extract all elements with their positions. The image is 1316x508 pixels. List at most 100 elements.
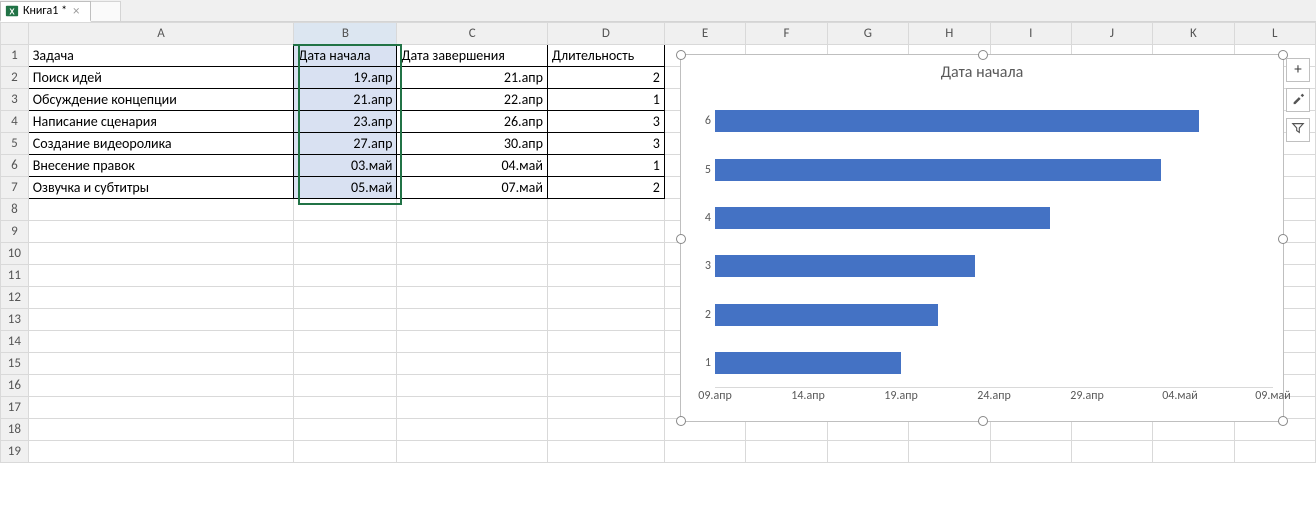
column-header-I[interactable]: I xyxy=(990,23,1071,45)
cell[interactable] xyxy=(397,265,547,287)
row-header-6[interactable]: 6 xyxy=(1,155,29,177)
cell[interactable] xyxy=(294,353,397,375)
row-header-2[interactable]: 2 xyxy=(1,67,29,89)
cell[interactable] xyxy=(397,331,547,353)
column-header-H[interactable]: H xyxy=(909,23,990,45)
cell[interactable] xyxy=(397,441,547,463)
cell[interactable]: Поиск идей xyxy=(28,67,294,89)
chart-bar[interactable] xyxy=(715,207,1050,229)
cell[interactable] xyxy=(28,441,294,463)
cell[interactable]: Озвучка и субтитры xyxy=(28,177,294,199)
chart-x-axis[interactable]: 09.апр14.апр19.апр24.апр29.апр04.май09.м… xyxy=(715,389,1273,409)
chart-handle-n[interactable] xyxy=(978,50,988,60)
cell[interactable]: 07.май xyxy=(397,177,547,199)
embedded-chart[interactable]: Дата начала 123456 09.апр14.апр19.апр24.… xyxy=(680,54,1284,422)
chart-bar[interactable] xyxy=(715,352,901,374)
cell[interactable]: 23.апр xyxy=(294,111,397,133)
cell[interactable] xyxy=(990,441,1071,463)
cell[interactable] xyxy=(28,243,294,265)
cell[interactable] xyxy=(28,419,294,441)
cell[interactable]: 03.май xyxy=(294,155,397,177)
cell[interactable]: 2 xyxy=(547,177,664,199)
cell[interactable] xyxy=(294,309,397,331)
select-all-corner[interactable] xyxy=(1,23,29,45)
chart-styles-button[interactable] xyxy=(1286,88,1310,112)
cell[interactable] xyxy=(28,287,294,309)
cell[interactable]: 3 xyxy=(547,133,664,155)
cell[interactable] xyxy=(397,353,547,375)
cell[interactable]: 27.апр xyxy=(294,133,397,155)
cell[interactable] xyxy=(547,287,664,309)
cell[interactable]: 04.май xyxy=(397,155,547,177)
workbook-tab[interactable]: X Книга1 * × xyxy=(0,1,91,22)
close-icon[interactable]: × xyxy=(71,5,81,18)
cell[interactable]: 1 xyxy=(547,155,664,177)
chart-handle-sw[interactable] xyxy=(676,416,686,426)
cell[interactable] xyxy=(294,375,397,397)
cell[interactable] xyxy=(547,353,664,375)
chart-handle-w[interactable] xyxy=(676,234,686,244)
cell[interactable] xyxy=(28,353,294,375)
cell[interactable]: 3 xyxy=(547,111,664,133)
cell[interactable]: 30.апр xyxy=(397,133,547,155)
chart-elements-button[interactable]: + xyxy=(1286,58,1310,82)
cell[interactable] xyxy=(664,441,745,463)
cell[interactable] xyxy=(397,375,547,397)
column-header-A[interactable]: A xyxy=(28,23,294,45)
chart-bar[interactable] xyxy=(715,255,975,277)
cell[interactable] xyxy=(547,309,664,331)
cell[interactable] xyxy=(294,397,397,419)
cell[interactable] xyxy=(909,441,990,463)
cell[interactable]: Внесение правок xyxy=(28,155,294,177)
column-header-B[interactable]: B xyxy=(294,23,397,45)
cell[interactable]: 1 xyxy=(547,89,664,111)
row-header-16[interactable]: 16 xyxy=(1,375,29,397)
column-header-D[interactable]: D xyxy=(547,23,664,45)
cell[interactable] xyxy=(547,243,664,265)
chart-handle-e[interactable] xyxy=(1278,234,1288,244)
cell[interactable]: Дата завершения xyxy=(397,45,547,67)
cell[interactable] xyxy=(294,265,397,287)
cell[interactable]: 22.апр xyxy=(397,89,547,111)
row-header-12[interactable]: 12 xyxy=(1,287,29,309)
cell[interactable] xyxy=(547,441,664,463)
cell[interactable] xyxy=(294,419,397,441)
column-header-K[interactable]: K xyxy=(1153,23,1234,45)
row-header-14[interactable]: 14 xyxy=(1,331,29,353)
column-header-L[interactable]: L xyxy=(1234,23,1315,45)
chart-bar[interactable] xyxy=(715,110,1199,132)
chart-filters-button[interactable] xyxy=(1286,118,1310,142)
cell[interactable] xyxy=(397,287,547,309)
cell[interactable] xyxy=(397,309,547,331)
cell[interactable]: Длительность xyxy=(547,45,664,67)
cell[interactable] xyxy=(397,419,547,441)
chart-plot-area[interactable]: 123456 xyxy=(715,97,1273,387)
row-header-10[interactable]: 10 xyxy=(1,243,29,265)
column-header-G[interactable]: G xyxy=(827,23,908,45)
chart-handle-se[interactable] xyxy=(1278,416,1288,426)
cell[interactable] xyxy=(397,199,547,221)
cell[interactable] xyxy=(547,375,664,397)
row-header-7[interactable]: 7 xyxy=(1,177,29,199)
column-header-C[interactable]: C xyxy=(397,23,547,45)
cell[interactable] xyxy=(294,199,397,221)
cell[interactable]: 21.апр xyxy=(397,67,547,89)
row-header-1[interactable]: 1 xyxy=(1,45,29,67)
cell[interactable] xyxy=(547,221,664,243)
cell[interactable] xyxy=(547,419,664,441)
cell[interactable]: 21.апр xyxy=(294,89,397,111)
cell[interactable] xyxy=(397,397,547,419)
column-header-E[interactable]: E xyxy=(664,23,745,45)
row-header-3[interactable]: 3 xyxy=(1,89,29,111)
cell[interactable] xyxy=(1153,441,1234,463)
chart-bar[interactable] xyxy=(715,304,938,326)
cell[interactable] xyxy=(28,375,294,397)
column-header-J[interactable]: J xyxy=(1071,23,1152,45)
cell[interactable] xyxy=(28,331,294,353)
cell[interactable] xyxy=(827,441,908,463)
cell[interactable] xyxy=(294,243,397,265)
cell[interactable]: 05.май xyxy=(294,177,397,199)
cell[interactable] xyxy=(28,309,294,331)
cell[interactable] xyxy=(28,397,294,419)
column-header-F[interactable]: F xyxy=(746,23,827,45)
